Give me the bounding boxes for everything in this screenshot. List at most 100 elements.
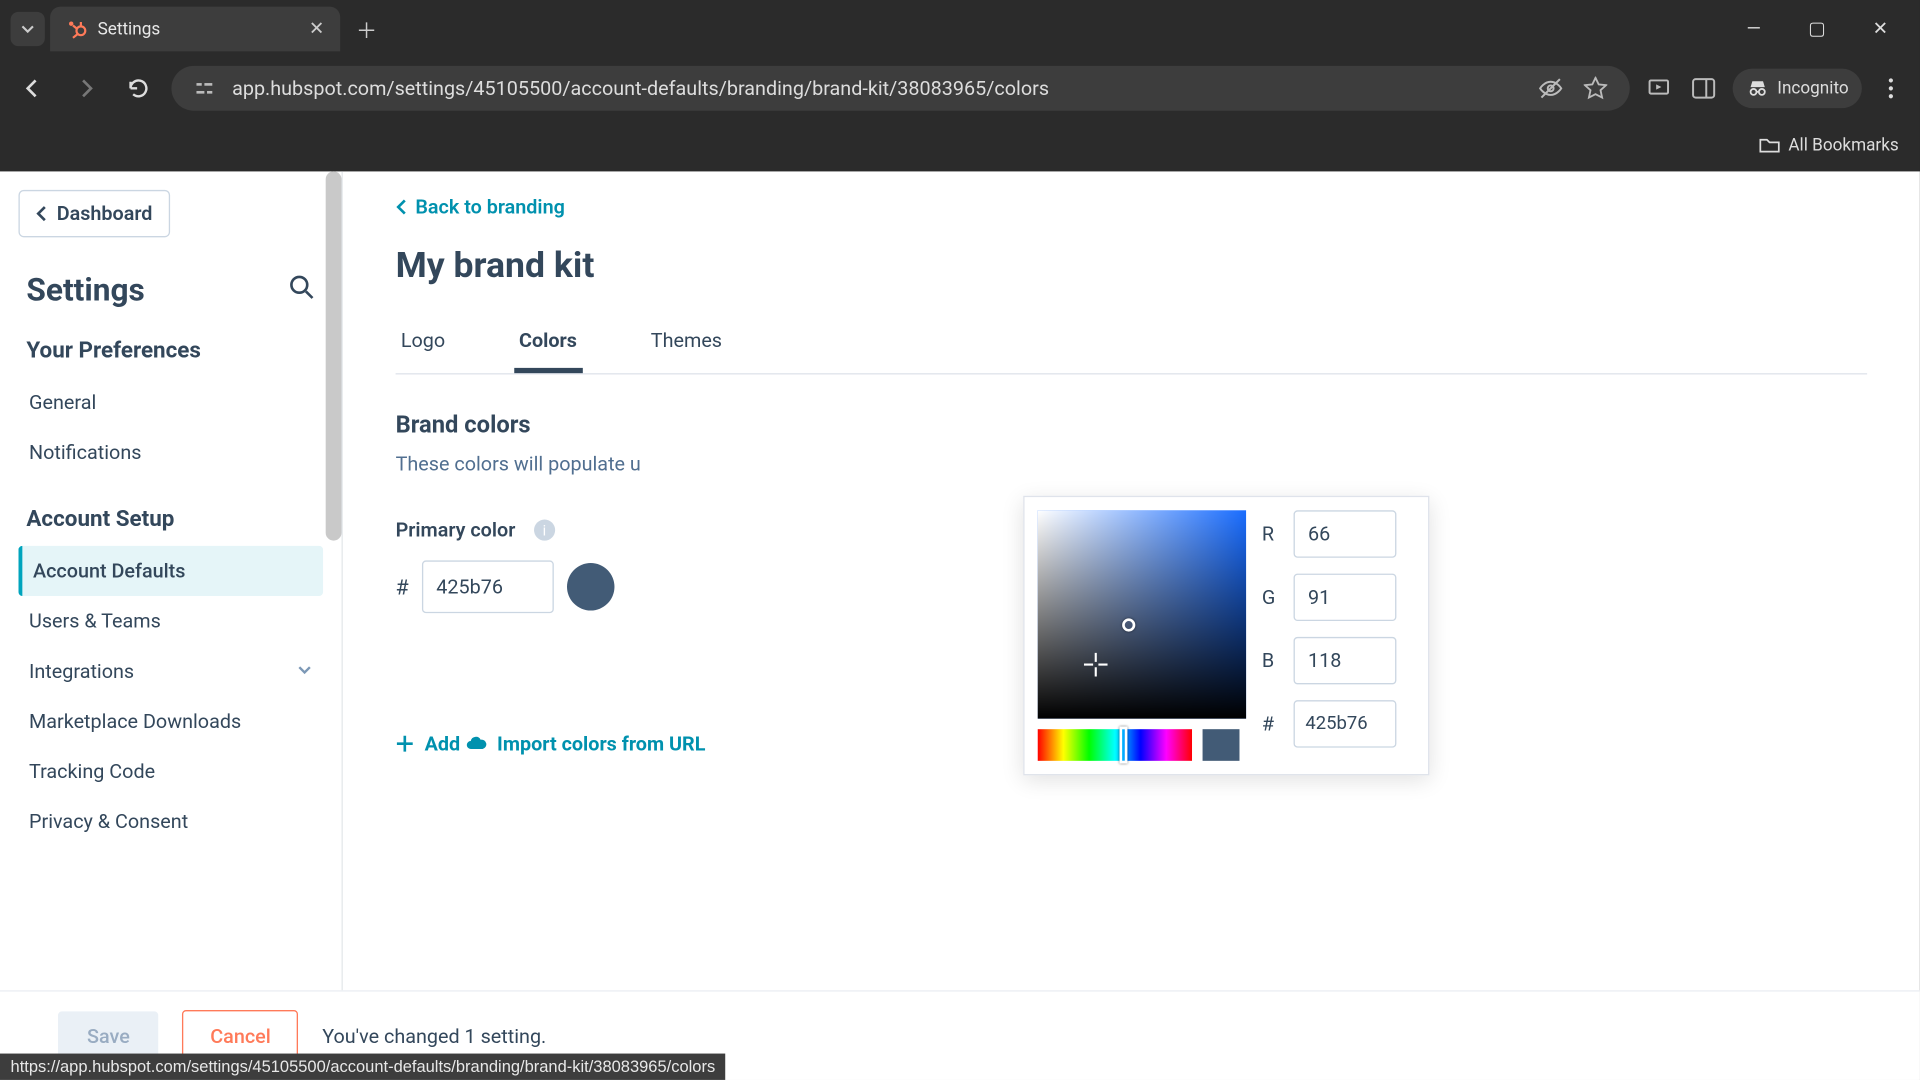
tab-list-button[interactable]: [11, 12, 45, 46]
saturation-value-panel[interactable]: [1038, 510, 1246, 718]
hash-symbol: #: [396, 574, 409, 599]
settings-sidebar: Dashboard Settings Your Preferences Gene…: [0, 171, 343, 1080]
hue-slider[interactable]: [1038, 729, 1192, 761]
sv-handle[interactable]: [1122, 618, 1135, 631]
sidebar-item-label: Privacy & Consent: [29, 810, 188, 834]
sidebar-item-label: Account Defaults: [33, 559, 185, 583]
tab-title: Settings: [98, 19, 299, 39]
sidebar-section-account-setup: Account Setup: [26, 506, 315, 532]
primary-color-label: Primary color: [396, 518, 516, 542]
settings-search-button[interactable]: [289, 274, 315, 306]
sidebar-item-label: Tracking Code: [29, 760, 155, 784]
b-label: B: [1262, 649, 1280, 673]
brand-colors-description: These colors will populate u: [396, 452, 1868, 476]
tab-logo[interactable]: Logo: [396, 313, 451, 374]
r-input[interactable]: [1294, 510, 1397, 557]
change-message: You've changed 1 setting.: [322, 1024, 546, 1048]
kebab-menu-icon[interactable]: [1875, 76, 1907, 100]
current-color-swatch: [1203, 729, 1240, 761]
close-window-button[interactable]: ✕: [1862, 18, 1899, 39]
sidebar-item-general[interactable]: General: [18, 377, 323, 427]
brand-kit-tabs: Logo Colors Themes: [396, 313, 1868, 375]
import-label: Import colors from URL: [497, 732, 705, 756]
main-panel: Back to branding My brand kit Logo Color…: [343, 171, 1920, 1080]
tab-themes[interactable]: Themes: [646, 313, 728, 374]
g-input[interactable]: [1294, 574, 1397, 621]
sidebar-item-account-defaults[interactable]: Account Defaults: [18, 546, 323, 596]
browser-tab[interactable]: Settings ✕: [50, 7, 340, 52]
sidebar-item-label: Notifications: [29, 440, 141, 464]
tab-colors[interactable]: Colors: [514, 313, 582, 374]
forward-button[interactable]: [66, 69, 106, 109]
minimize-button[interactable]: ―: [1735, 18, 1772, 39]
primary-hex-input[interactable]: [422, 560, 554, 613]
primary-color-swatch[interactable]: [567, 563, 614, 610]
address-bar: app.hubspot.com/settings/45105500/accoun…: [0, 58, 1920, 119]
sidebar-item-integrations[interactable]: Integrations: [18, 646, 323, 696]
brand-colors-heading: Brand colors: [396, 411, 1868, 439]
media-control-icon[interactable]: [1643, 75, 1675, 101]
incognito-icon: [1746, 76, 1770, 100]
hue-handle[interactable]: [1119, 727, 1127, 764]
add-label: Add: [425, 732, 461, 756]
url-field[interactable]: app.hubspot.com/settings/45105500/accoun…: [171, 66, 1629, 111]
sidebar-item-tracking-code[interactable]: Tracking Code: [18, 746, 323, 796]
import-colors-button[interactable]: Import colors from URL: [465, 732, 705, 756]
all-bookmarks-button[interactable]: All Bookmarks: [1759, 134, 1898, 155]
g-label: G: [1262, 585, 1280, 609]
dashboard-back-button[interactable]: Dashboard: [18, 190, 169, 237]
back-to-branding-label: Back to branding: [415, 195, 565, 219]
r-label: R: [1262, 522, 1280, 546]
window-controls: ― ▢ ✕: [1735, 18, 1909, 39]
b-input[interactable]: [1294, 637, 1397, 684]
sidebar-scrollbar[interactable]: [326, 171, 342, 540]
chevron-left-icon: [396, 199, 408, 215]
reload-icon: [127, 76, 151, 100]
side-panel-icon[interactable]: [1688, 75, 1720, 101]
bookmark-star-icon[interactable]: [1580, 76, 1612, 100]
back-to-branding-link[interactable]: Back to branding: [396, 195, 565, 219]
hex-input[interactable]: [1294, 700, 1397, 747]
incognito-badge[interactable]: Incognito: [1732, 69, 1861, 109]
folder-icon: [1759, 134, 1780, 155]
sidebar-item-notifications[interactable]: Notifications: [18, 427, 323, 477]
add-color-button[interactable]: Add: [396, 732, 461, 756]
browser-chrome: Settings ✕ ＋ ― ▢ ✕: [0, 0, 1920, 171]
page-content: Dashboard Settings Your Preferences Gene…: [0, 171, 1920, 1080]
eye-off-icon[interactable]: [1535, 75, 1567, 101]
info-icon[interactable]: i: [534, 520, 555, 541]
crosshair-cursor-icon: [1084, 653, 1108, 682]
bookmarks-bar: All Bookmarks: [0, 119, 1920, 172]
incognito-label: Incognito: [1777, 78, 1848, 98]
url-text: app.hubspot.com/settings/45105500/accoun…: [232, 76, 1521, 100]
plus-icon: [396, 734, 414, 752]
chevron-left-icon: [36, 206, 49, 222]
sidebar-item-label: Integrations: [29, 659, 134, 683]
hubspot-favicon-icon: [66, 18, 87, 39]
dashboard-label: Dashboard: [57, 202, 153, 226]
sidebar-item-users-teams[interactable]: Users & Teams: [18, 596, 323, 646]
cloud-icon: [465, 734, 486, 752]
all-bookmarks-label: All Bookmarks: [1788, 135, 1898, 155]
arrow-left-icon: [21, 76, 45, 100]
hex-hash-label: #: [1262, 712, 1280, 736]
search-icon: [289, 274, 315, 300]
color-picker-popover: R G B #: [1023, 496, 1429, 776]
sidebar-item-label: Marketplace Downloads: [29, 709, 241, 733]
maximize-button[interactable]: ▢: [1799, 18, 1836, 39]
tab-bar: Settings ✕ ＋ ― ▢ ✕: [0, 0, 1920, 58]
sidebar-item-label: Users & Teams: [29, 609, 161, 633]
sidebar-item-label: General: [29, 390, 96, 414]
chevron-down-icon: [297, 659, 313, 683]
back-button[interactable]: [13, 69, 53, 109]
sidebar-item-marketplace[interactable]: Marketplace Downloads: [18, 696, 323, 746]
settings-title: Settings: [26, 272, 144, 309]
browser-status-bar: https://app.hubspot.com/settings/4510550…: [0, 1054, 726, 1080]
tab-close-button[interactable]: ✕: [309, 18, 324, 39]
chevron-down-icon: [20, 21, 36, 37]
sidebar-item-privacy-consent[interactable]: Privacy & Consent: [18, 796, 323, 846]
new-tab-button[interactable]: ＋: [348, 11, 385, 48]
sidebar-section-preferences: Your Preferences: [26, 338, 315, 364]
site-settings-icon[interactable]: [190, 74, 219, 103]
reload-button[interactable]: [119, 69, 159, 109]
